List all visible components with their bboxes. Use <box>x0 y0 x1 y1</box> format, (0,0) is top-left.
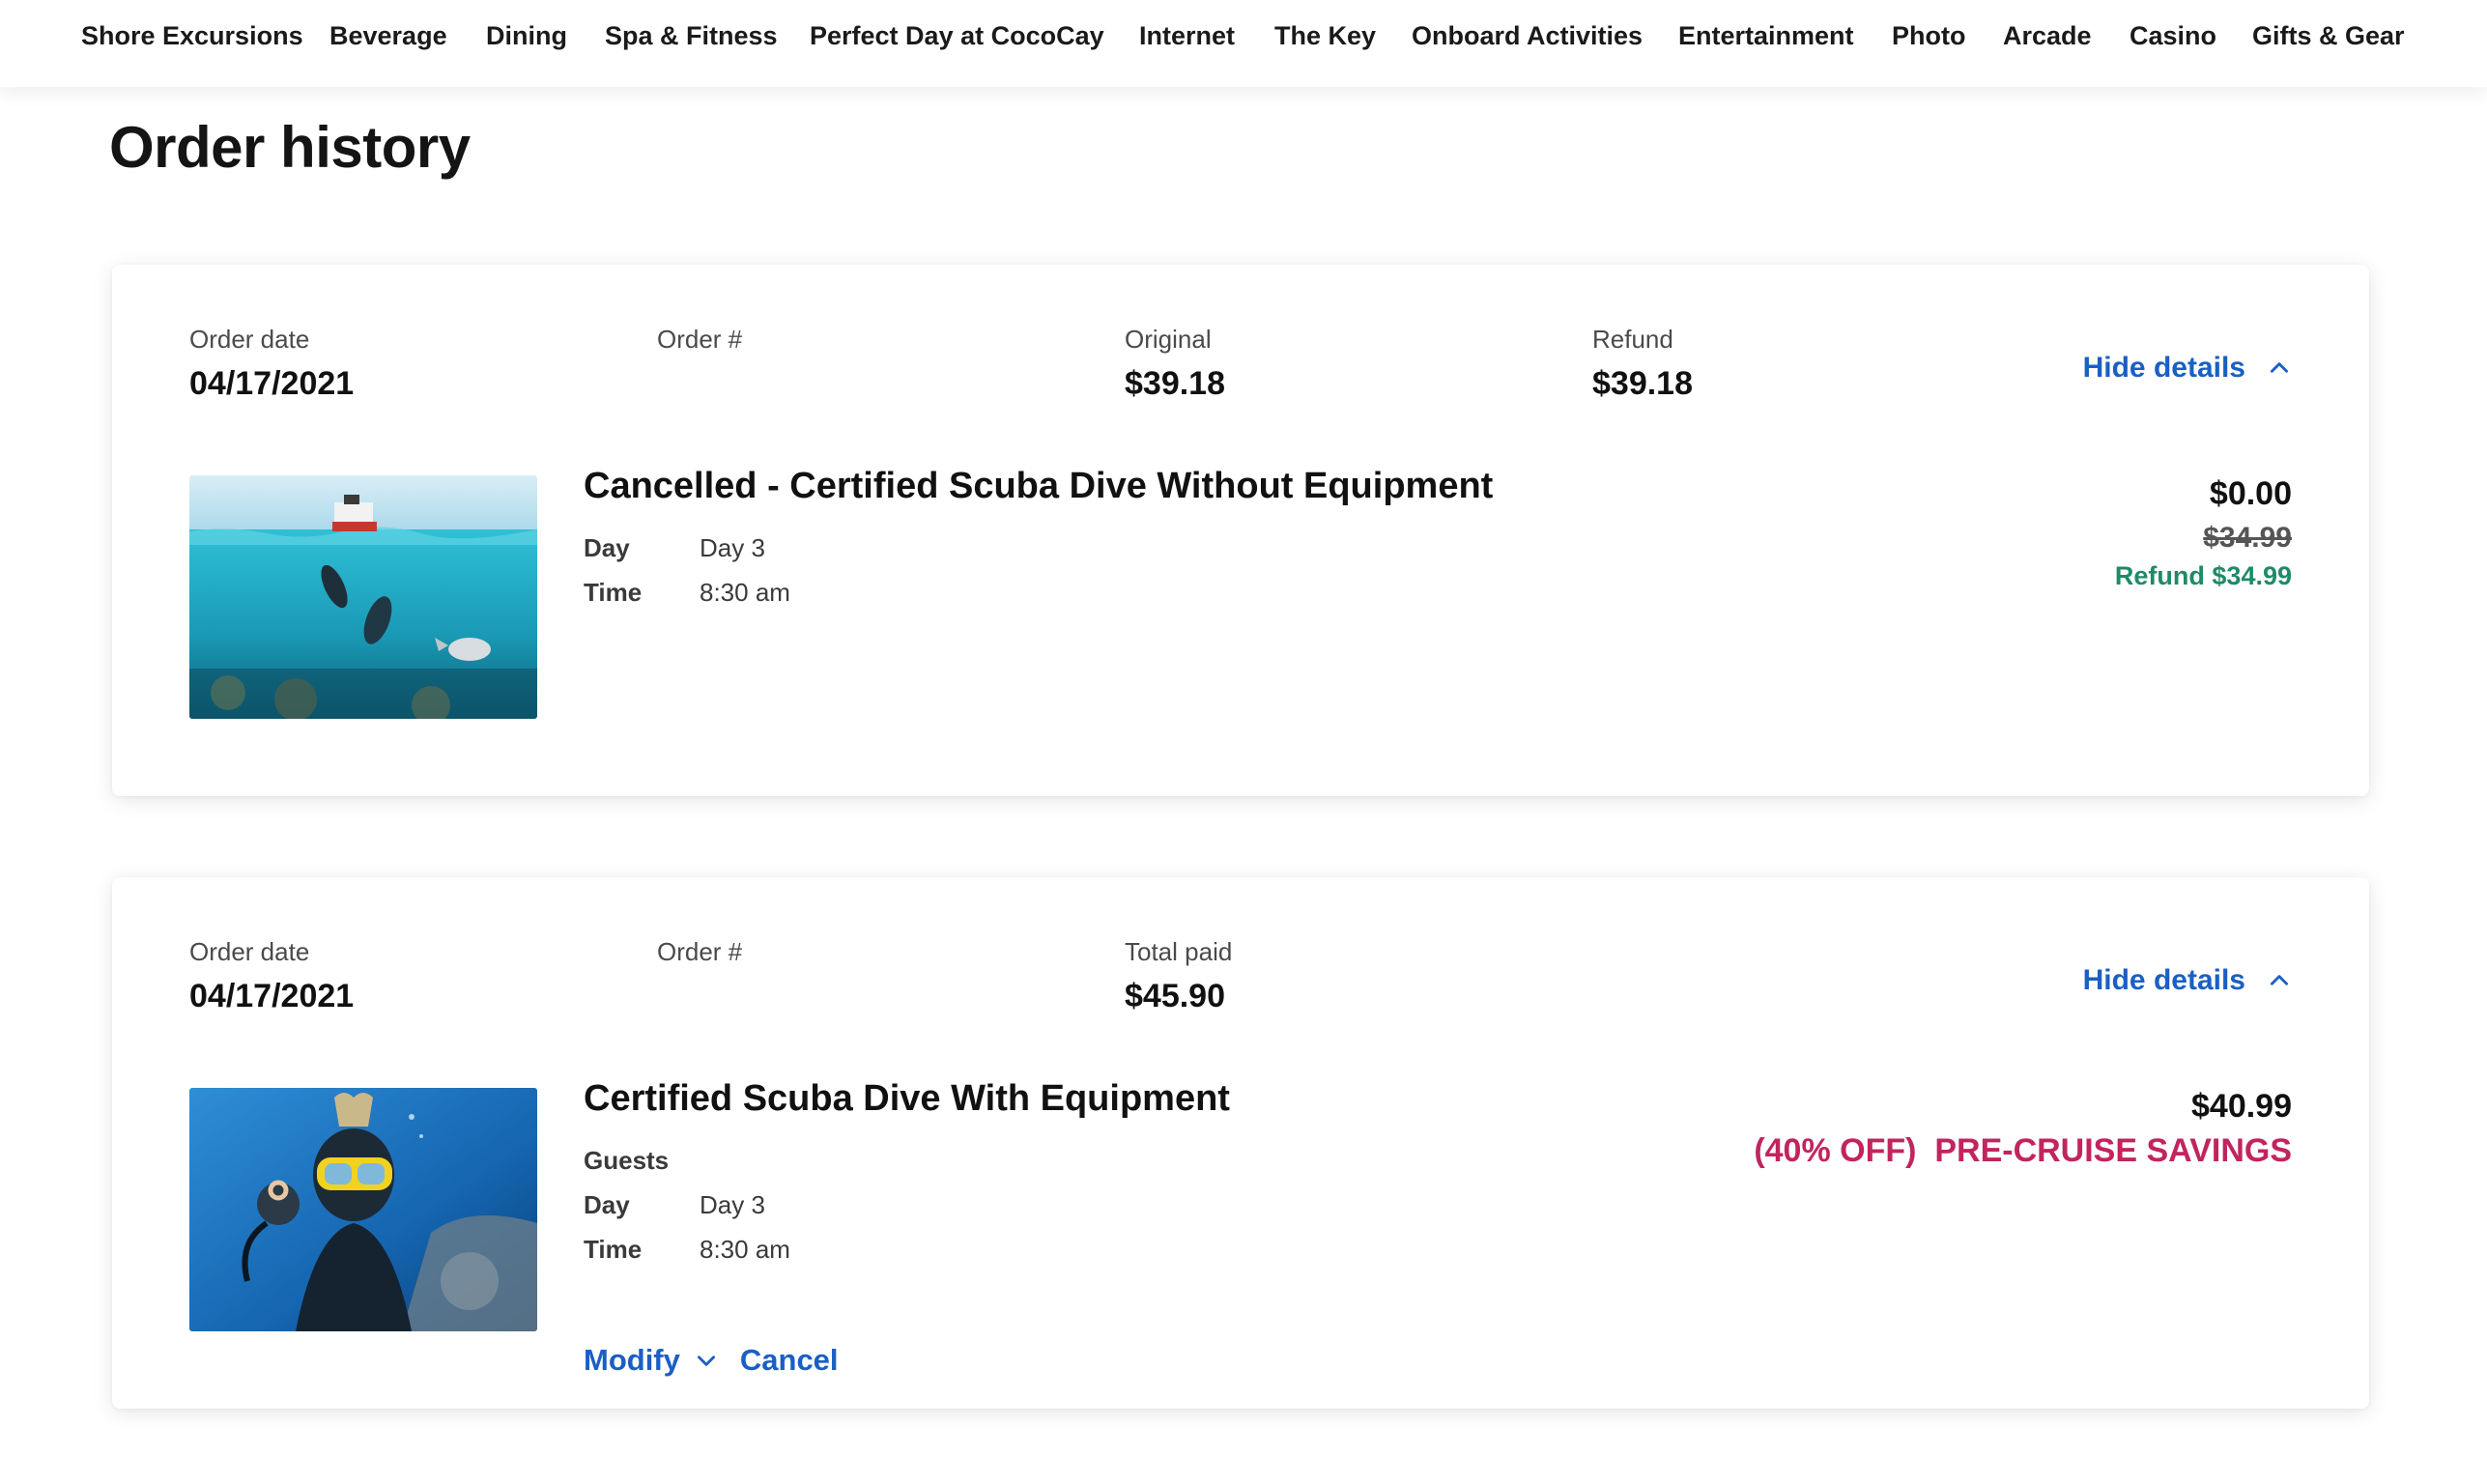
nav-item-onboard-activities[interactable]: Onboard Activities <box>1412 21 1643 51</box>
nav-item-the-key[interactable]: The Key <box>1274 21 1376 51</box>
chevron-down-icon[interactable] <box>694 1348 719 1373</box>
refund-text: Refund $34.99 <box>2114 561 2292 590</box>
original-amount-label: Original <box>1125 325 1212 354</box>
total-paid-value: $45.90 <box>1125 978 1225 1014</box>
time-label: Time <box>584 1235 643 1264</box>
nav-item-arcade[interactable]: Arcade <box>2003 21 2092 51</box>
pre-cruise-savings-label: PRE-CRUISE SAVINGS <box>1934 1132 2292 1169</box>
nav-item-entertainment[interactable]: Entertainment <box>1678 21 1854 51</box>
item-actions: Modify Cancel <box>584 1343 839 1378</box>
original-price: $34.99 <box>2203 522 2292 554</box>
excursion-image <box>189 475 537 719</box>
order-number-label: Order # <box>657 325 743 354</box>
nav-item-internet[interactable]: Internet <box>1139 21 1235 51</box>
refund-amount-value: $39.18 <box>1592 365 1693 402</box>
order-card: Order date 04/17/2021 Order # Total paid… <box>112 877 2369 1409</box>
order-number-label: Order # <box>657 937 743 966</box>
nav-item-gifts-gear[interactable]: Gifts & Gear <box>2252 21 2405 51</box>
savings-row: (40% OFF) PRE-CRUISE SAVINGS <box>1754 1132 2292 1170</box>
time-value: 8:30 am <box>700 578 790 607</box>
cancel-button[interactable]: Cancel <box>740 1343 839 1378</box>
nav-item-dining[interactable]: Dining <box>486 21 567 51</box>
hide-details-button[interactable]: Hide details <box>2083 352 2292 385</box>
nav-item-shore-excursions[interactable]: Shore Excursions <box>81 21 303 51</box>
page-title: Order history <box>109 115 471 180</box>
nav-item-perfect-day-cococay[interactable]: Perfect Day at CocoCay <box>810 21 1104 51</box>
nav-item-photo[interactable]: Photo <box>1892 21 1965 51</box>
order-card: Order date 04/17/2021 Order # Original $… <box>112 265 2369 796</box>
chevron-up-icon <box>2271 362 2288 373</box>
nav-item-spa-fitness[interactable]: Spa & Fitness <box>605 21 778 51</box>
scuba-diver-photo <box>189 1088 537 1331</box>
nav-item-beverage[interactable]: Beverage <box>329 21 447 51</box>
order-date-label: Order date <box>189 325 310 354</box>
excursion-title: Certified Scuba Dive With Equipment <box>584 1078 1230 1119</box>
guests-label: Guests <box>584 1146 670 1175</box>
time-label: Time <box>584 578 643 607</box>
day-value: Day 3 <box>700 533 765 562</box>
excursion-title: Cancelled - Certified Scuba Dive Without… <box>584 466 1494 506</box>
order-date-value: 04/17/2021 <box>189 978 355 1014</box>
discount-percent: (40% OFF) <box>1754 1132 1917 1169</box>
hide-details-label: Hide details <box>2082 964 2245 996</box>
scuba-underwater-photo <box>189 475 537 719</box>
original-amount-value: $39.18 <box>1125 365 1225 402</box>
chevron-up-icon <box>2271 975 2288 985</box>
item-price: $0.00 <box>2209 475 2292 512</box>
day-label: Day <box>584 533 630 562</box>
modify-button[interactable]: Modify <box>584 1343 680 1378</box>
day-value: Day 3 <box>700 1190 765 1219</box>
time-value: 8:30 am <box>700 1235 790 1264</box>
order-date-value: 04/17/2021 <box>189 365 355 402</box>
hide-details-label: Hide details <box>2082 352 2245 384</box>
item-price: $40.99 <box>2191 1088 2292 1125</box>
nav-item-casino[interactable]: Casino <box>2130 21 2216 51</box>
hide-details-button[interactable]: Hide details <box>2083 964 2292 997</box>
day-label: Day <box>584 1190 630 1219</box>
order-date-label: Order date <box>189 937 310 966</box>
refund-amount-label: Refund <box>1592 325 1673 354</box>
excursion-image <box>189 1088 537 1331</box>
top-navigation: Shore Excursions Beverage Dining Spa & F… <box>0 0 2487 87</box>
total-paid-label: Total paid <box>1125 937 1233 966</box>
